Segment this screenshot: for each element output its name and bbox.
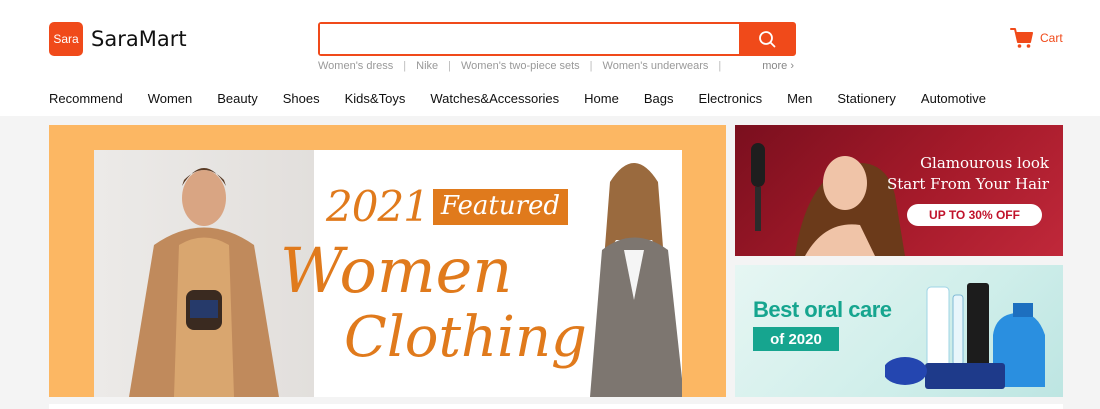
model-suit-illustration: [590, 163, 682, 397]
nav-item-recommend[interactable]: Recommend: [49, 91, 123, 106]
hair-promo-text: Glamourous look Start From Your Hair: [887, 153, 1049, 195]
model-hair-illustration: [751, 143, 905, 256]
oral-care-year-tag: of 2020: [753, 327, 839, 351]
nav-item-automotive[interactable]: Automotive: [921, 91, 986, 106]
hot-search-separator: |: [448, 60, 451, 72]
hot-search-item[interactable]: Women's dress: [318, 60, 393, 72]
nav-item-men[interactable]: Men: [787, 91, 812, 106]
nav-item-watches-accessories[interactable]: Watches&Accessories: [430, 91, 559, 106]
hair-offer-badge: UP TO 30% OFF: [907, 204, 1042, 226]
main-banner-inner: 2021 Featured Women Clothing: [94, 150, 682, 397]
brand-name: SaraMart: [91, 27, 187, 51]
search-icon: [758, 31, 775, 48]
header: Sara SaraMart Women's dress | Nike | Women's…: [0, 0, 1100, 116]
hair-promo-banner[interactable]: Glamourous look Start From Your Hair UP …: [735, 125, 1063, 256]
oral-products-illustration: [885, 283, 1045, 389]
hot-search-separator: |: [718, 60, 722, 72]
nav-item-shoes[interactable]: Shoes: [283, 91, 320, 106]
banner-featured-tag: Featured: [432, 188, 569, 225]
logo-badge: Sara: [49, 22, 83, 56]
banner-title-line2: Clothing: [344, 305, 587, 370]
nav-item-beauty[interactable]: Beauty: [217, 91, 257, 106]
banner-title-line1: Women: [280, 234, 513, 307]
hair-promo-line1: Glamourous look: [920, 154, 1049, 172]
hot-search-item[interactable]: Women's underwears: [603, 60, 709, 72]
hot-search-separator: |: [403, 60, 407, 72]
oral-care-banner[interactable]: Best oral care of 2020: [735, 265, 1063, 397]
logo[interactable]: Sara SaraMart: [49, 22, 187, 56]
hot-search-separator: |: [589, 60, 593, 72]
banner-year: 2021: [326, 182, 430, 231]
nav-item-stationery[interactable]: Stationery: [837, 91, 896, 106]
search-button[interactable]: [739, 24, 794, 54]
cart-link[interactable]: Cart: [1010, 27, 1063, 49]
hot-search-item[interactable]: Nike: [416, 60, 438, 72]
nav-item-electronics[interactable]: Electronics: [699, 91, 763, 106]
content-strip: [49, 404, 1063, 409]
oral-care-title: Best oral care: [753, 297, 892, 322]
hair-promo-line2: Start From Your Hair: [886, 175, 1049, 193]
more-link[interactable]: more ›: [762, 60, 794, 72]
cart-label: Cart: [1040, 31, 1063, 45]
search-bar: [318, 22, 796, 56]
category-nav: Recommend Women Beauty Shoes Kids&Toys Watche…: [49, 91, 1011, 106]
main-banner[interactable]: 2021 Featured Women Clothing: [49, 125, 726, 397]
nav-item-bags[interactable]: Bags: [644, 91, 674, 106]
banner-year-row: 2021 Featured: [326, 182, 569, 231]
nav-item-women[interactable]: Women: [148, 91, 193, 106]
nav-item-kids-toys[interactable]: Kids&Toys: [345, 91, 406, 106]
hot-searches: Women's dress | Nike | Women's two-piece set…: [318, 60, 796, 74]
nav-item-home[interactable]: Home: [584, 91, 619, 106]
hot-search-item[interactable]: Women's two-piece sets: [461, 60, 580, 72]
search-input[interactable]: [320, 24, 739, 54]
cart-icon: [1010, 28, 1033, 48]
